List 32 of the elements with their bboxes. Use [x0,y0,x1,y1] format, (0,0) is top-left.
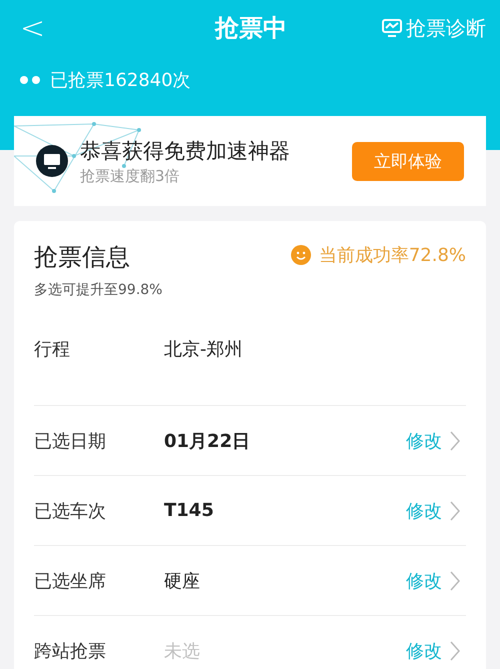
promo-title: 恭喜获得免费加速神器 [80,138,291,164]
dots-icon [20,76,42,84]
edit-link[interactable]: 修改 [406,428,442,452]
chevron-icon [450,570,460,590]
section-title: 抢票信息 [34,242,131,273]
try-now-button[interactable]: 立即体验 [352,142,464,180]
row-label: 已选坐席 [34,570,107,592]
promo-subtitle: 抢票速度翻3倍 [80,166,181,186]
success-rate: 当前成功率72.8% [318,244,466,267]
section-subtitle: 多选可提升至99.8% [34,281,162,299]
chevron-icon [450,640,460,660]
row-label: 跨站抢票 [34,640,107,662]
chart-monitor-icon [382,19,402,37]
row-value: T145 [164,500,215,521]
row-label: 行程 [34,338,71,361]
row-value: 硬座 [164,570,201,592]
row-value: 01月22日 [164,430,252,452]
edit-link[interactable]: 修改 [406,638,442,662]
edit-link[interactable]: 修改 [406,568,442,592]
chevron-icon [450,430,460,450]
monitor-icon [36,145,68,177]
back-button[interactable]: < [20,10,60,46]
row-label: 已选车次 [34,500,107,522]
chevron-icon [450,500,460,520]
row-value: 北京-郑州 [164,338,244,361]
row-label: 已选日期 [34,430,107,452]
grab-counter: 已抢票162840次 [50,69,191,92]
diagnose-button[interactable]: 抢票诊断 [382,14,486,42]
edit-link[interactable]: 修改 [406,498,442,522]
page-title: 抢票中 [214,13,288,44]
smiley-icon [290,245,311,265]
row-value: 未选 [164,640,201,662]
